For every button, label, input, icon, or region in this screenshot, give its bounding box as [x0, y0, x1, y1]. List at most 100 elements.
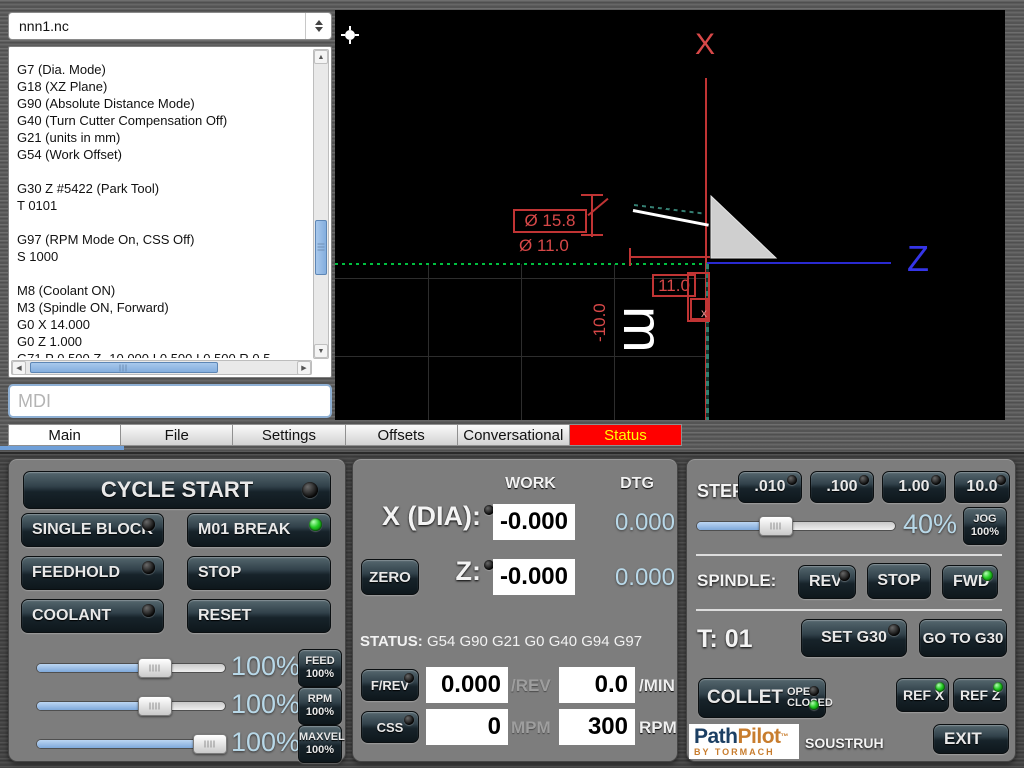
x-work-field[interactable]: -0.000: [493, 504, 575, 540]
gcode-line: G40 (Turn Cutter Compensation Off): [17, 112, 309, 129]
tool-number-label: T: 01: [697, 625, 753, 654]
tab-main[interactable]: Main: [8, 424, 120, 446]
go-to-g30-button[interactable]: GO TO G30: [919, 619, 1007, 657]
gcode-line: G54 (Work Offset): [17, 146, 309, 163]
maxvel-100-button[interactable]: MAXVEL 100%: [298, 725, 342, 763]
single-block-button[interactable]: SINGLE BLOCK: [21, 513, 164, 547]
ref-x-led-icon: [935, 682, 945, 692]
scroll-up-icon[interactable]: ▲: [314, 50, 328, 64]
gcode-line: G97 (RPM Mode On, CSS Off): [17, 231, 309, 248]
frev-unit-label: /REV: [511, 676, 551, 696]
gcode-line: G30 Z #5422 (Park Tool): [17, 180, 309, 197]
maxvel-override-value: 100%: [231, 727, 293, 758]
pathpilot-logo: PathPilot™ BY TORMACH: [689, 724, 799, 759]
gcode-line: [17, 214, 309, 231]
rpm-override-value: 100%: [231, 689, 293, 720]
mdi-input[interactable]: [8, 384, 332, 418]
step-1-button[interactable]: 1.00: [882, 471, 946, 503]
step-10-button[interactable]: 10.0: [954, 471, 1010, 503]
collet-open-led-icon: [809, 686, 819, 696]
step-100-led-icon: [859, 475, 869, 485]
jog-speed-value: 40%: [897, 509, 957, 540]
rpm-override-slider-thumb[interactable]: [138, 696, 172, 716]
tab-settings[interactable]: Settings: [232, 424, 344, 446]
tab-conversational[interactable]: Conversational: [457, 424, 569, 446]
scroll-right-icon[interactable]: ▶: [297, 361, 311, 375]
css-button[interactable]: CSS: [361, 711, 419, 743]
vertical-scrollbar[interactable]: ▲ ▼: [313, 49, 329, 359]
set-g30-led-icon: [888, 624, 900, 636]
gcode-line: G0 X 14.000: [17, 316, 309, 333]
reset-button[interactable]: RESET: [187, 599, 331, 633]
horizontal-scrollbar[interactable]: ◀ ▶: [11, 360, 312, 375]
feedhold-led-icon: [142, 561, 155, 574]
feedhold-button[interactable]: FEEDHOLD: [21, 556, 164, 590]
feed-override-value: 100%: [231, 651, 293, 682]
maxvel-override-slider[interactable]: [36, 739, 226, 749]
rpm-field[interactable]: 300: [559, 709, 635, 745]
rpm-unit-label: RPM: [639, 718, 677, 738]
rpm-100-button[interactable]: RPM 100%: [298, 687, 342, 725]
frev-button[interactable]: F/REV: [361, 669, 419, 701]
tab-offsets[interactable]: Offsets: [345, 424, 457, 446]
step-010-button[interactable]: .010: [738, 471, 802, 503]
scroll-left-icon[interactable]: ◀: [12, 361, 26, 375]
gcode-line: T 0101: [17, 197, 309, 214]
gcode-line-clipped: G71 P 0.500 Z -10.000 I 0.500 I 0.500 R …: [17, 351, 270, 358]
feed-override-slider-thumb[interactable]: [138, 658, 172, 678]
set-g30-button[interactable]: SET G30: [801, 619, 907, 657]
toolpath-preview[interactable]: X Z Ø 15.8 Ø 11.0 11.0 -10.0 x 12 m: [335, 10, 1005, 420]
ref-z-button[interactable]: REF Z: [953, 678, 1007, 712]
machine-name-label: SOUSTRUH: [805, 735, 884, 751]
ref-x-button[interactable]: REF X: [896, 678, 949, 712]
z-axis-dro-label: Z:: [441, 556, 481, 587]
feed-override-slider[interactable]: [36, 663, 226, 673]
feed-per-min-field[interactable]: 0.0: [559, 667, 635, 703]
gcode-listing[interactable]: G7 (Dia. Mode) G18 (XZ Plane) G90 (Absol…: [8, 46, 332, 378]
exit-button[interactable]: EXIT: [933, 724, 1009, 754]
divider: [696, 609, 1002, 611]
gcode-line: M3 (Spindle ON, Forward): [17, 299, 309, 316]
single-block-led-icon: [142, 518, 155, 531]
maxvel-override-slider-thumb[interactable]: [193, 734, 227, 754]
spindle-stop-button[interactable]: STOP: [867, 563, 931, 599]
jog-speed-slider[interactable]: [696, 521, 896, 531]
coolant-button[interactable]: COOLANT: [21, 599, 164, 633]
tab-bar: Main File Settings Offsets Conversationa…: [8, 424, 682, 446]
cycle-start-button[interactable]: CYCLE START: [23, 471, 331, 509]
feed-per-rev-field[interactable]: 0.000: [426, 667, 508, 703]
combo-spinner-icon[interactable]: [305, 13, 331, 39]
tab-status[interactable]: Status: [569, 424, 682, 446]
vertical-scroll-thumb[interactable]: [315, 220, 327, 275]
jog-slider-thumb[interactable]: [759, 516, 793, 536]
horizontal-scroll-thumb[interactable]: [30, 362, 218, 373]
gcode-line: G21 (units in mm): [17, 129, 309, 146]
mpm-unit-label: MPM: [511, 718, 551, 738]
rpm-override-slider[interactable]: [36, 701, 226, 711]
gcode-lines: G7 (Dia. Mode) G18 (XZ Plane) G90 (Absol…: [17, 61, 309, 357]
step-100-button[interactable]: .100: [810, 471, 874, 503]
feed-100-button[interactable]: FEED 100%: [298, 649, 342, 687]
spindle-fwd-button[interactable]: FWD: [942, 565, 998, 599]
x-dtg-value: 0.000: [599, 509, 675, 537]
zero-button[interactable]: ZERO: [361, 559, 419, 595]
collet-button[interactable]: COLLET OPEN CLOSED: [698, 678, 826, 718]
m01-break-led-icon: [309, 518, 322, 531]
z-dtg-value: 0.000: [599, 564, 675, 592]
spindle-label: SPINDLE:: [697, 571, 776, 591]
tab-file[interactable]: File: [120, 424, 232, 446]
jog-100-button[interactable]: JOG 100%: [963, 507, 1007, 545]
file-selector[interactable]: nnn1.nc: [8, 12, 332, 40]
z-work-field[interactable]: -0.000: [493, 559, 575, 595]
collet-closed-led-icon: [809, 700, 819, 710]
stop-button[interactable]: STOP: [187, 556, 331, 590]
scroll-down-icon[interactable]: ▼: [314, 344, 328, 358]
css-field[interactable]: 0: [426, 709, 508, 745]
status-label: STATUS:: [360, 633, 423, 650]
gcode-line: G7 (Dia. Mode): [17, 61, 309, 78]
coolant-led-icon: [142, 604, 155, 617]
m01-break-button[interactable]: M01 BREAK: [187, 513, 331, 547]
frev-led-icon: [404, 673, 414, 683]
spindle-rev-button[interactable]: REV: [798, 565, 856, 599]
jog-spindle-panel: STEP: .010 .100 1.00 10.0 40% JOG 100% S…: [686, 458, 1016, 762]
